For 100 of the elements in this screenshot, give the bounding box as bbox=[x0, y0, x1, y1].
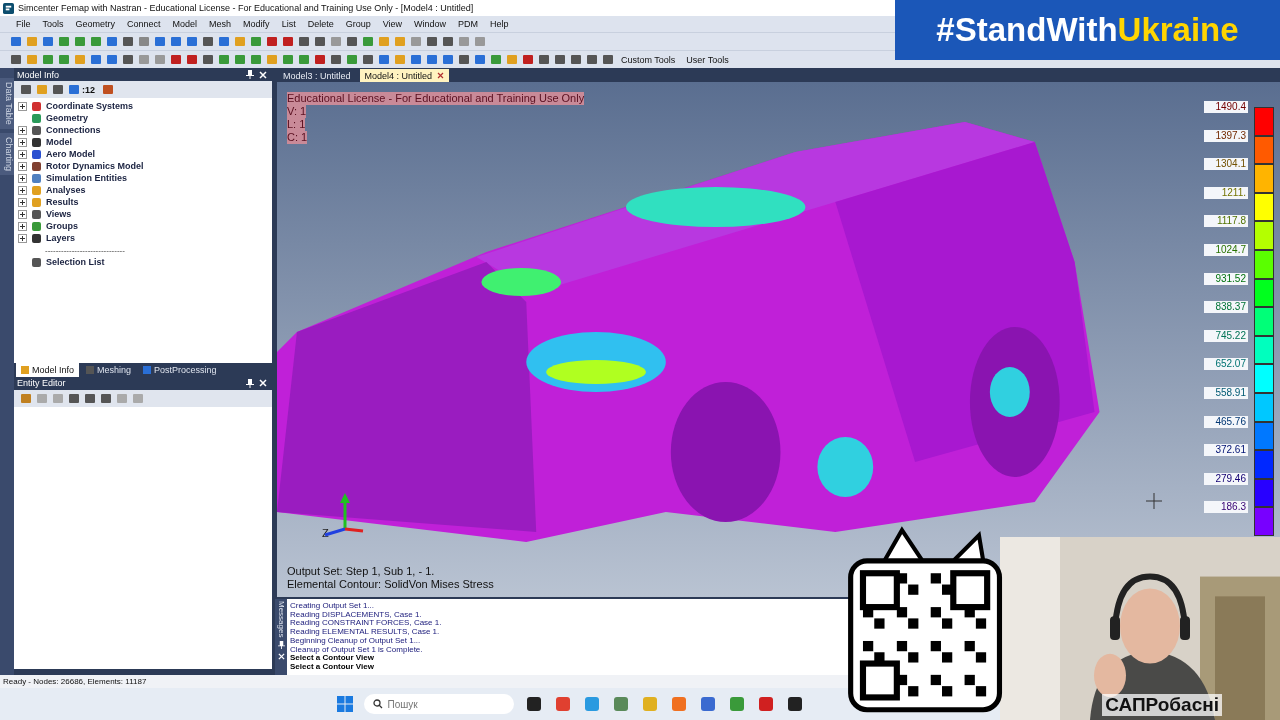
toolbar-button[interactable] bbox=[440, 52, 455, 67]
toolbar-button[interactable] bbox=[216, 52, 231, 67]
tree-item[interactable]: Views bbox=[46, 209, 72, 219]
toolbar-button[interactable] bbox=[424, 52, 439, 67]
tree-item[interactable]: Results bbox=[46, 197, 79, 207]
tree-item[interactable]: Aero Model bbox=[46, 149, 95, 159]
toolbar-button[interactable] bbox=[120, 34, 135, 49]
tree-item[interactable]: Model bbox=[46, 137, 72, 147]
toolbar-button[interactable] bbox=[184, 34, 199, 49]
toolbar-button[interactable] bbox=[312, 52, 327, 67]
toolbar-button[interactable] bbox=[584, 52, 599, 67]
toolbar-button[interactable] bbox=[408, 52, 423, 67]
toolbar-button[interactable] bbox=[312, 34, 327, 49]
expand-icon[interactable] bbox=[18, 125, 27, 135]
toolbar-button[interactable] bbox=[8, 52, 23, 67]
toolbar-button[interactable] bbox=[18, 391, 33, 405]
toolbar-button[interactable] bbox=[248, 34, 263, 49]
toolbar-button[interactable] bbox=[328, 52, 343, 67]
toolbar-button[interactable] bbox=[168, 52, 183, 67]
toolbar-button[interactable] bbox=[136, 34, 151, 49]
toolbar-button[interactable] bbox=[280, 52, 295, 67]
menu-item[interactable]: Group bbox=[339, 19, 377, 29]
toolbar-button[interactable] bbox=[184, 52, 199, 67]
toolbar-button[interactable] bbox=[264, 34, 279, 49]
document-tab[interactable]: Model4 : Untitled bbox=[359, 69, 450, 82]
toolbar-button[interactable] bbox=[552, 52, 567, 67]
search-field[interactable]: Пошук bbox=[363, 694, 514, 714]
expand-icon[interactable] bbox=[18, 209, 27, 219]
expand-icon[interactable] bbox=[18, 149, 27, 159]
toolbar-button[interactable] bbox=[216, 34, 231, 49]
toolbar-button[interactable]: User Tools bbox=[681, 52, 734, 67]
toolbar-button[interactable] bbox=[100, 82, 115, 97]
menu-item[interactable]: Tools bbox=[36, 19, 70, 29]
toolbar-button[interactable] bbox=[536, 52, 551, 67]
menu-item[interactable]: View bbox=[376, 19, 409, 29]
tree-item[interactable]: Rotor Dynamics Model bbox=[46, 161, 144, 171]
toolbar-button[interactable] bbox=[568, 52, 583, 67]
start-icon[interactable] bbox=[336, 696, 353, 712]
menu-item[interactable]: Mesh bbox=[203, 19, 238, 29]
toolbar-button[interactable] bbox=[82, 391, 97, 405]
tree-item[interactable]: Connections bbox=[46, 125, 101, 135]
tree-item[interactable]: Coordinate Systems bbox=[46, 101, 134, 111]
tree-item[interactable]: Selection List bbox=[46, 257, 105, 267]
toolbar-button[interactable] bbox=[104, 34, 119, 49]
expand-icon[interactable] bbox=[18, 137, 27, 147]
toolbar-button[interactable]: Custom Tools bbox=[616, 52, 681, 67]
menu-item[interactable]: List bbox=[275, 19, 302, 29]
tree-item[interactable]: Layers bbox=[46, 233, 76, 243]
expand-icon[interactable] bbox=[18, 233, 27, 243]
toolbar-button[interactable] bbox=[66, 391, 81, 405]
expand-icon[interactable] bbox=[18, 173, 27, 183]
panel-tab[interactable]: Meshing bbox=[81, 362, 137, 377]
toolbar-button[interactable] bbox=[168, 34, 183, 49]
toolbar-button[interactable] bbox=[488, 52, 503, 67]
pin-icon[interactable] bbox=[277, 641, 285, 650]
toolbar-button[interactable] bbox=[120, 52, 135, 67]
toolbar-button[interactable] bbox=[424, 34, 439, 49]
side-tab[interactable]: Data Table bbox=[0, 78, 14, 129]
toolbar-button[interactable] bbox=[66, 82, 81, 97]
side-tab[interactable]: Charting bbox=[0, 132, 14, 175]
toolbar-button[interactable] bbox=[200, 52, 215, 67]
toolbar-button[interactable] bbox=[18, 82, 33, 97]
expand-icon[interactable] bbox=[18, 221, 27, 231]
toolbar-button[interactable] bbox=[72, 34, 87, 49]
toolbar-button[interactable] bbox=[88, 52, 103, 67]
expand-icon[interactable] bbox=[18, 197, 27, 207]
tree-item[interactable]: Geometry bbox=[46, 113, 89, 123]
menu-item[interactable]: File bbox=[10, 19, 37, 29]
pin-icon[interactable] bbox=[246, 70, 254, 79]
toolbar-button[interactable] bbox=[360, 34, 375, 49]
expand-icon[interactable] bbox=[18, 185, 27, 195]
toolbar-button[interactable] bbox=[8, 34, 23, 49]
menu-item[interactable]: Connect bbox=[121, 19, 167, 29]
tree-item[interactable]: Groups bbox=[46, 221, 78, 231]
toolbar-button[interactable] bbox=[56, 34, 71, 49]
toolbar-button[interactable] bbox=[50, 82, 65, 97]
toolbar-button[interactable] bbox=[440, 34, 455, 49]
toolbar-button[interactable] bbox=[296, 34, 311, 49]
menu-item[interactable]: PDM bbox=[452, 19, 485, 29]
toolbar-button[interactable] bbox=[40, 34, 55, 49]
toolbar-button[interactable] bbox=[344, 34, 359, 49]
toolbar-button[interactable] bbox=[360, 52, 375, 67]
panel-tab[interactable]: PostProcessing bbox=[138, 362, 222, 377]
menu-item[interactable]: Modify bbox=[237, 19, 276, 29]
tree-item[interactable]: Simulation Entities bbox=[46, 173, 127, 183]
toolbar-button[interactable] bbox=[456, 52, 471, 67]
expand-icon[interactable] bbox=[18, 101, 27, 111]
menu-item[interactable]: Model bbox=[166, 19, 204, 29]
close-icon[interactable] bbox=[437, 72, 445, 79]
menu-item[interactable]: Window bbox=[408, 19, 453, 29]
menu-item[interactable]: Delete bbox=[301, 19, 340, 29]
toolbar-button[interactable] bbox=[98, 391, 113, 405]
toolbar-button[interactable] bbox=[600, 52, 615, 67]
taskbar-app-button[interactable] bbox=[524, 695, 543, 713]
toolbar-button[interactable] bbox=[56, 52, 71, 67]
toolbar-button[interactable] bbox=[376, 52, 391, 67]
toolbar-button[interactable] bbox=[280, 34, 295, 49]
taskbar-app-button[interactable] bbox=[785, 695, 804, 713]
toolbar-button[interactable] bbox=[520, 52, 535, 67]
expand-icon[interactable] bbox=[18, 161, 27, 171]
